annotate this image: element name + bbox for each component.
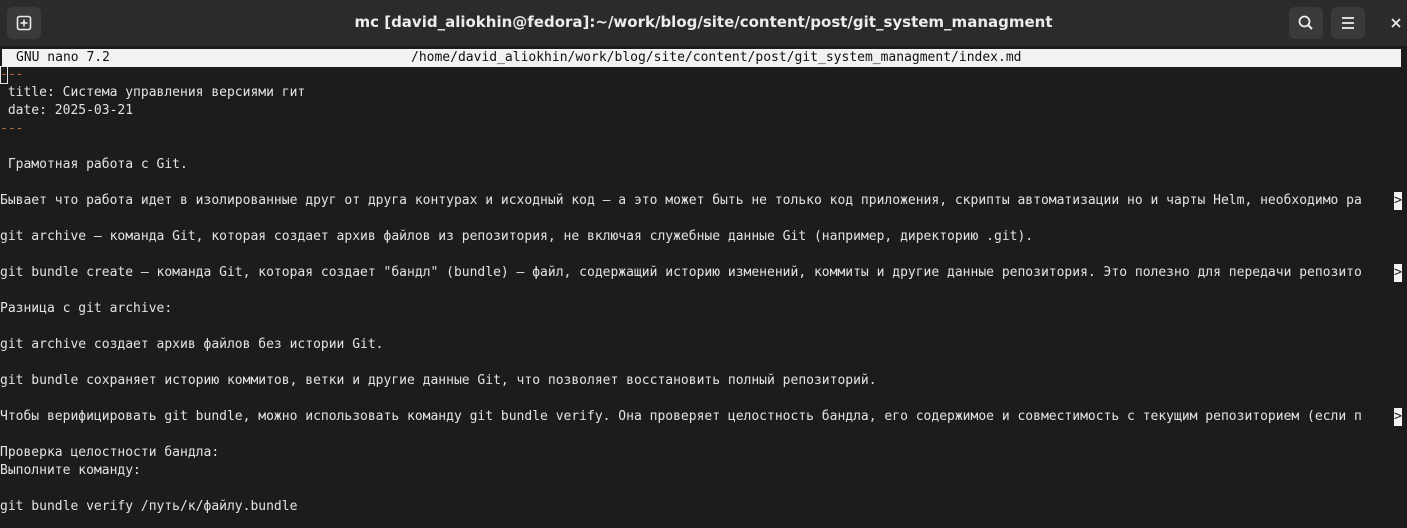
nano-title-bar: GNU nano 7.2 /home/david_aliokhin/work/b… (2, 49, 1401, 67)
menu-button[interactable] (1331, 7, 1365, 39)
truncation-marker: > (1394, 264, 1402, 282)
frontmatter-open-rest: -- (7, 67, 24, 82)
editor-line-check: Проверка целостности бандла: (0, 445, 220, 460)
editor-line-verify: Чтобы верифицировать git bundle, можно и… (0, 409, 1362, 424)
hamburger-menu-icon (1342, 17, 1354, 29)
terminal-area[interactable]: GNU nano 7.2 /home/david_aliokhin/work/b… (0, 46, 1407, 528)
search-button[interactable] (1289, 7, 1323, 39)
frontmatter-close: --- (0, 121, 24, 136)
search-icon (1298, 15, 1313, 30)
editor-line-git-bundle-create: git bundle create — команда Git, которая… (0, 265, 1362, 280)
truncation-marker: > (1394, 408, 1402, 426)
truncation-marker: > (1394, 192, 1402, 210)
editor-line-heading: Грамотная работа с Git. (0, 157, 188, 172)
editor-line-archive-desc: git archive создает архив файлов без ист… (0, 337, 384, 352)
window-title: mc [david_aliokhin@fedora]:~/work/blog/s… (354, 13, 1053, 31)
editor-line-date: date: 2025-03-21 (0, 103, 134, 118)
frontmatter-open: --- (0, 66, 23, 84)
nano-version: GNU nano 7.2 (16, 50, 110, 65)
close-button[interactable] (1383, 9, 1407, 37)
window-titlebar: mc [david_aliokhin@fedora]:~/work/blog/s… (0, 0, 1407, 46)
editor-line-paragraph-1: Бывает что работа идет в изолированные д… (0, 193, 1362, 208)
close-icon (1391, 18, 1401, 28)
editor-line-difference: Разница с git archive: (0, 301, 173, 316)
editor-line-run-command: Выполните команду: (0, 463, 141, 478)
text-cursor: - (0, 66, 8, 84)
editor-line-bundle-desc: git bundle сохраняет историю коммитов, в… (0, 373, 877, 388)
editor-line-git-archive: git archive — команда Git, которая созда… (0, 229, 1034, 244)
editor-line-title: title: Система управления версиями гит (0, 85, 306, 100)
nano-file-path: /home/david_aliokhin/work/blog/site/cont… (411, 50, 1022, 65)
editor-line-verify-command: git bundle verify /путь/к/файлу.bundle (0, 499, 298, 514)
